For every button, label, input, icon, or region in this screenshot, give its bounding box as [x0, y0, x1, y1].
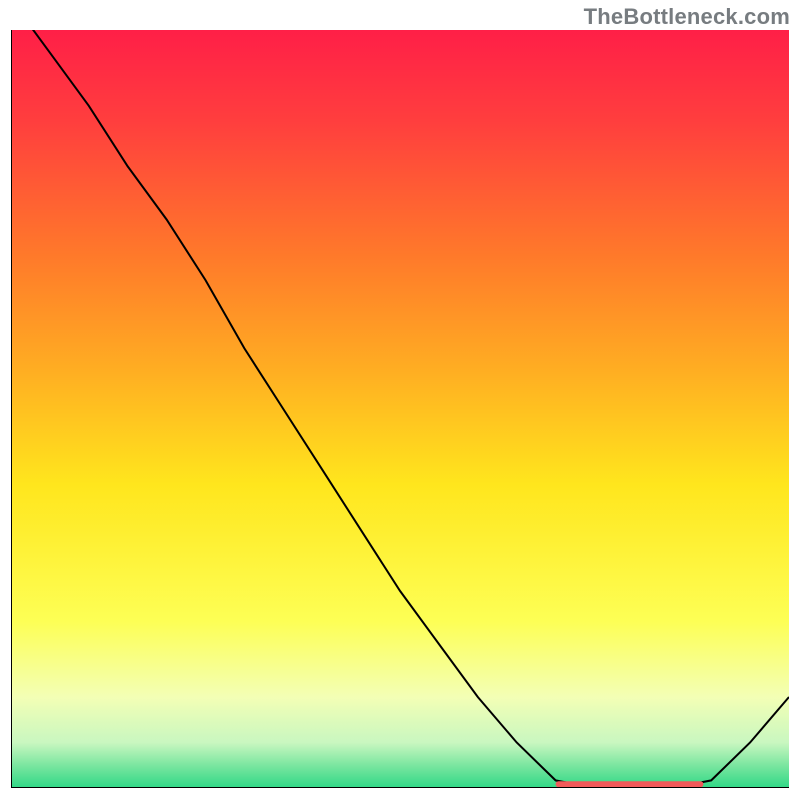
watermark-text: TheBottleneck.com [584, 4, 790, 30]
optimal-zone-marker [556, 781, 704, 787]
chart-canvas [11, 30, 789, 788]
gradient-background [11, 30, 789, 788]
figure: TheBottleneck.com [0, 0, 800, 800]
plot-wrap [11, 30, 789, 788]
